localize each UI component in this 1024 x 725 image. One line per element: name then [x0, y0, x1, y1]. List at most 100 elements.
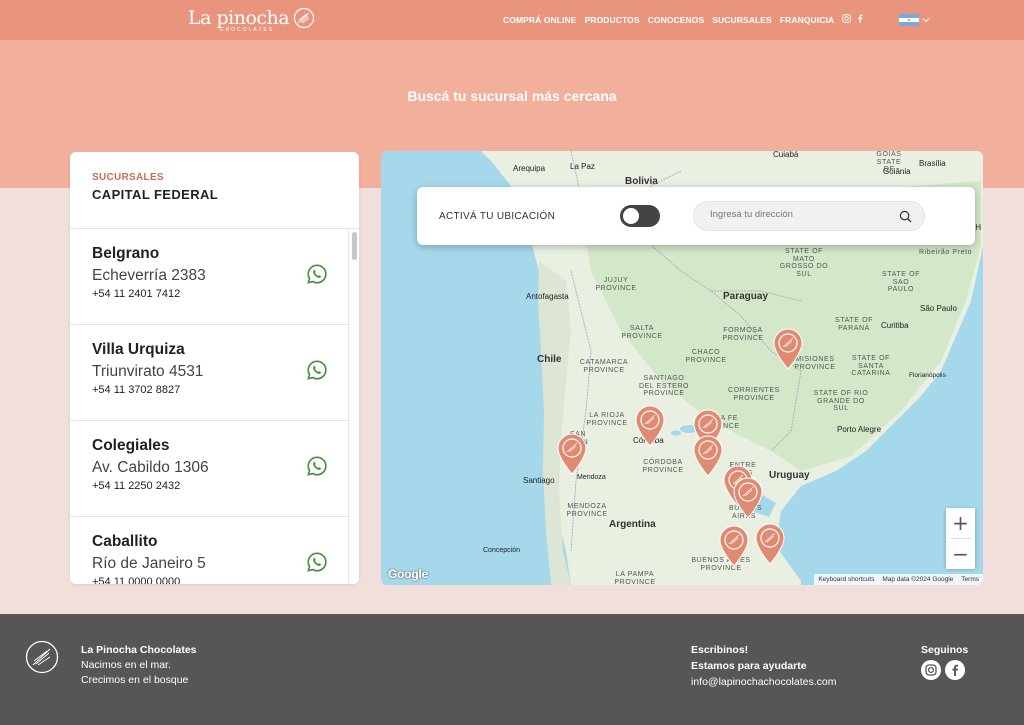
map-label: Santiago: [523, 476, 555, 485]
map-label: STATE OF SANTA CATARINA: [851, 355, 891, 378]
header-social-links: [842, 14, 863, 23]
pine-leaf-logo-icon: [294, 7, 315, 29]
location-toggle-label: ACTIVÁ TU UBICACIÓN: [439, 211, 556, 222]
site-logo[interactable]: La pinocha CHOCOLATES: [188, 6, 315, 33]
whatsapp-icon[interactable]: [306, 551, 328, 573]
footer-social-icons: [921, 660, 968, 680]
page-title: Buscá tu sucursal más cercana: [407, 88, 617, 104]
map-label: São Paulo: [920, 304, 957, 313]
map-label: LA RIOJA PROVINCE: [586, 412, 628, 427]
map-label: SALTA PROVINCE: [621, 325, 663, 340]
store-map-pin[interactable]: [557, 433, 587, 475]
zoom-out-button[interactable]: −: [946, 539, 975, 569]
store-item[interactable]: Villa Urquiza Triunvirato 4531 +54 11 37…: [70, 325, 349, 421]
store-address: Triunvirato 4531: [92, 363, 204, 380]
map-zoom-controls: + −: [946, 508, 975, 569]
store-item[interactable]: Colegiales Av. Cabildo 1306 +54 11 2250 …: [70, 421, 349, 517]
map-label: Chile: [537, 354, 562, 365]
map-label: SANTIAGO DEL ESTERO PROVINCE: [638, 375, 690, 398]
store-list-panel: SUCURSALES CAPITAL FEDERAL Belgrano Eche…: [70, 152, 359, 584]
section-kicker: SUCURSALES: [92, 172, 164, 183]
footer-brand: La Pinocha Chocolates: [81, 644, 197, 656]
whatsapp-icon[interactable]: [306, 359, 328, 381]
store-phone: +54 11 3702 8827: [92, 384, 181, 396]
social-title: Seguinos: [921, 644, 969, 656]
store-address: Río de Janeiro 5: [92, 555, 206, 572]
store-map-pin[interactable]: [693, 435, 723, 477]
map-label: Bolivia: [625, 176, 658, 187]
map-label: Paraguay: [723, 291, 769, 302]
store-name: Caballito: [92, 533, 158, 550]
store-name: Belgrano: [92, 245, 160, 262]
location-toggle[interactable]: [620, 205, 660, 227]
store-map-pin[interactable]: [755, 523, 785, 565]
footer-tagline-1: Nacimos en el mar.: [81, 659, 171, 671]
map-label: STATE OF RIO GRANDE DO SUL: [813, 390, 869, 413]
store-map-pin[interactable]: [773, 328, 803, 370]
store-item[interactable]: Caballito Río de Janeiro 5 +54 11 0000 0…: [70, 517, 349, 584]
store-map[interactable]: Cuiabá GOIÁS STATE OF Brasília Goiânia A…: [381, 151, 983, 585]
map-label: Florianópolis: [909, 372, 946, 379]
zoom-in-button[interactable]: +: [946, 508, 975, 538]
toggle-knob: [623, 208, 639, 224]
map-label: STATE OF PARANÁ: [835, 317, 873, 332]
nav-franquicia[interactable]: FRANQUICIA: [780, 15, 834, 25]
store-list-header: SUCURSALES CAPITAL FEDERAL: [70, 152, 359, 229]
map-label: Curitiba: [881, 321, 909, 330]
map-label: Brasília: [919, 159, 946, 168]
map-label: LA PAMPA PROVINCE: [614, 571, 656, 585]
map-label: Cuiabá: [773, 151, 799, 159]
store-map-pin[interactable]: [635, 405, 665, 447]
facebook-icon[interactable]: [857, 14, 863, 23]
chevron-down-icon: [922, 18, 930, 23]
address-search: [693, 201, 925, 231]
nav-compra-online[interactable]: COMPRÁ ONLINE: [503, 15, 577, 25]
nav-conocenos[interactable]: CONOCENOS: [648, 15, 705, 25]
footer-tagline-2: Crecimos en el bosque: [81, 674, 189, 686]
store-phone: +54 11 2250 2432: [92, 480, 181, 492]
map-label: Argentina: [609, 519, 656, 530]
logo-wordmark: La pinocha: [188, 6, 290, 29]
terms-link[interactable]: Terms: [961, 576, 979, 583]
list-scrollbar-thumb[interactable]: [352, 232, 357, 260]
keyboard-shortcuts-link[interactable]: Keyboard shortcuts: [818, 576, 874, 583]
store-list[interactable]: Belgrano Echeverría 2383 +54 11 2401 741…: [70, 229, 349, 584]
store-name: Villa Urquiza: [92, 341, 185, 358]
address-search-input[interactable]: [710, 209, 890, 220]
map-label: Goiânia: [883, 167, 911, 176]
nav-sucursales[interactable]: SUCURSALES: [712, 15, 772, 25]
map-label: Ribeirão Preto: [919, 249, 973, 256]
list-scrollbar-track[interactable]: [349, 229, 359, 584]
map-label: JUJUY PROVINCE: [595, 277, 637, 292]
store-map-pin[interactable]: [719, 525, 749, 567]
contact-email-link[interactable]: info@lapinochachocolates.com: [691, 676, 837, 688]
map-label: MENDOZA PROVINCE: [566, 503, 608, 518]
nav-productos[interactable]: PRODUCTOS: [585, 15, 640, 25]
map-label: STATE OF SAO PAULO: [882, 271, 920, 294]
facebook-icon[interactable]: [945, 660, 965, 680]
search-icon[interactable]: [899, 210, 912, 223]
whatsapp-icon[interactable]: [306, 263, 328, 285]
map-data-credit: Map data ©2024 Google: [882, 576, 954, 583]
map-label: Arequipa: [513, 164, 546, 173]
whatsapp-icon[interactable]: [306, 455, 328, 477]
main-nav: COMPRÁ ONLINE PRODUCTOS CONOCENOS SUCURS…: [503, 0, 834, 40]
google-logo[interactable]: Google: [388, 567, 428, 581]
logo-subtitle: CHOCOLATES: [220, 27, 275, 33]
instagram-icon[interactable]: [921, 660, 941, 680]
contact-title: Escribinos!: [691, 644, 749, 656]
map-label: Uruguay: [769, 470, 810, 481]
language-selector[interactable]: [899, 14, 930, 26]
store-map-pin[interactable]: [733, 477, 763, 519]
pine-leaf-logo-icon: [25, 640, 59, 674]
instagram-icon[interactable]: [842, 14, 851, 23]
map-label: La Paz: [570, 162, 595, 171]
map-label: CATAMARCA PROVINCE: [579, 359, 629, 374]
store-item[interactable]: Belgrano Echeverría 2383 +54 11 2401 741…: [70, 229, 349, 325]
map-label: Porto Alegre: [837, 425, 882, 434]
store-address: Av. Cabildo 1306: [92, 459, 209, 476]
footer-contact: Escribinos! Estamos para ayudarte info@l…: [691, 644, 837, 692]
map-label: CÓRDOBA PROVINCE: [642, 459, 684, 474]
site-footer: La Pinocha Chocolates Nacimos en el mar.…: [0, 614, 1024, 725]
map-label: STATE OF MATO GROSSO DO SUL: [779, 248, 829, 279]
